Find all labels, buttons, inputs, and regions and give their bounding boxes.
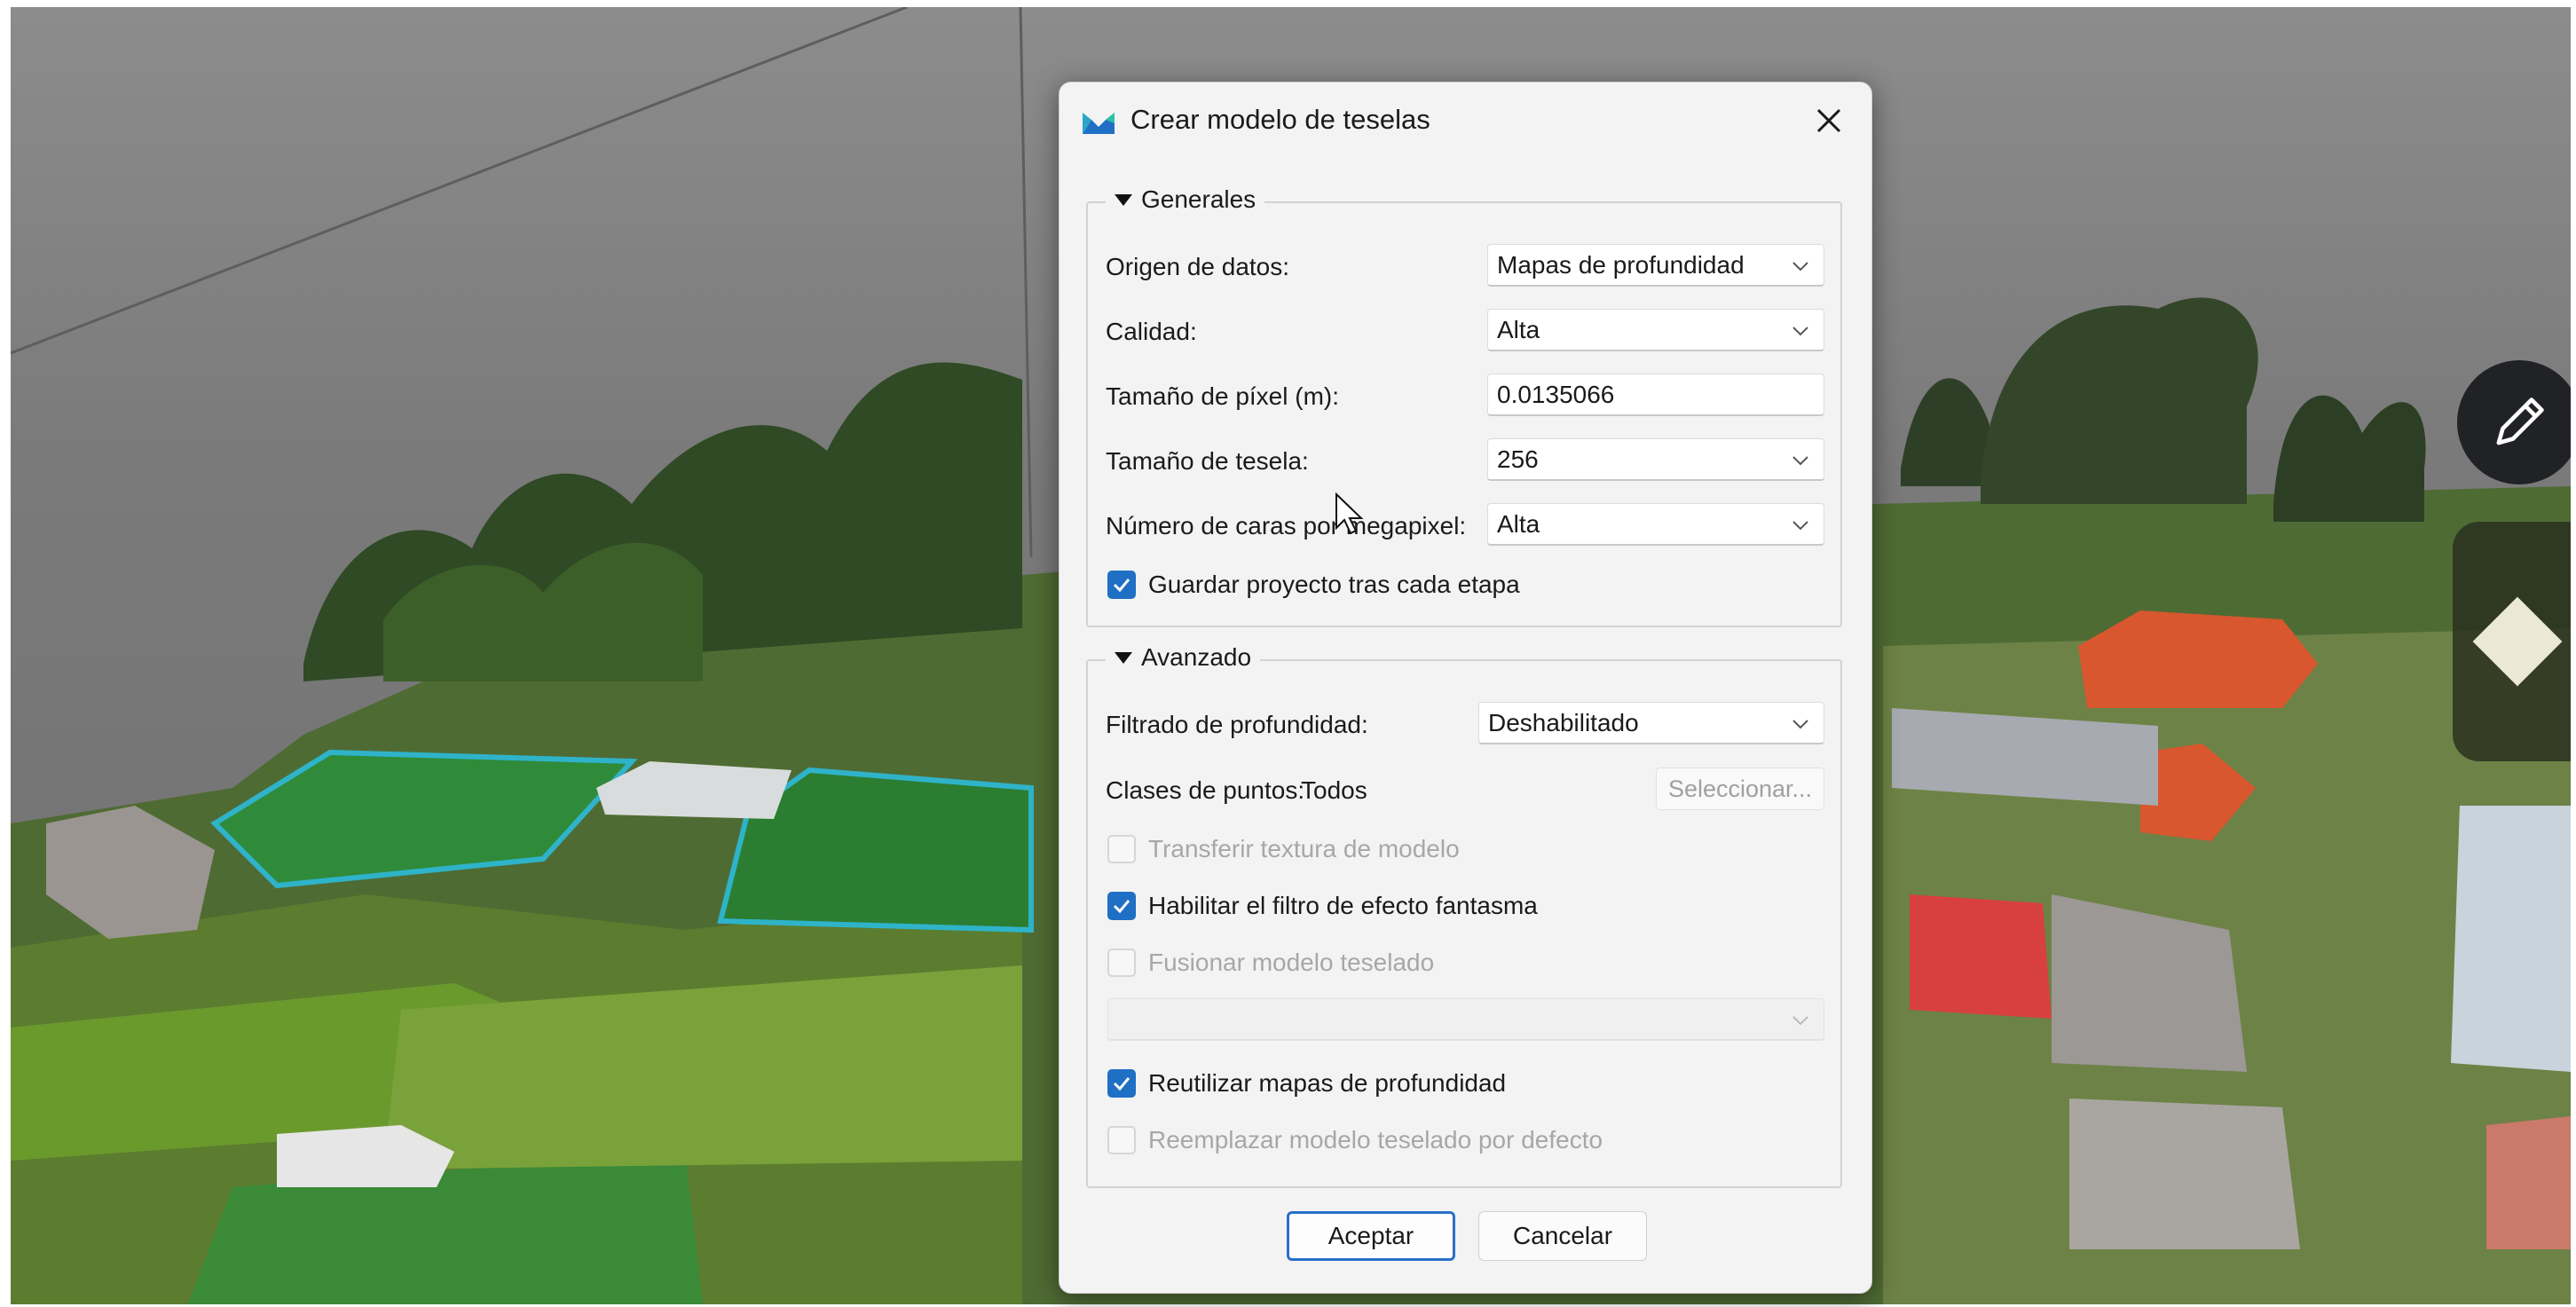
collapse-triangle-icon bbox=[1115, 193, 1132, 206]
chevron-down-icon bbox=[1792, 1016, 1808, 1026]
depth-filter-select[interactable]: Deshabilitado bbox=[1478, 702, 1824, 744]
select-classes-label: Seleccionar... bbox=[1667, 775, 1813, 802]
cancel-button-label: Cancelar bbox=[1512, 1222, 1613, 1249]
ghost-filter-checkbox[interactable]: Habilitar el filtro de efecto fantasma bbox=[1107, 892, 1538, 920]
close-button[interactable] bbox=[1804, 98, 1854, 143]
pixel-size-label: Tamaño de píxel (m): bbox=[1106, 382, 1339, 410]
advanced-group-toggle[interactable]: Avanzado bbox=[1106, 643, 1261, 672]
close-icon bbox=[1816, 108, 1841, 133]
cancel-button[interactable]: Cancelar bbox=[1478, 1211, 1647, 1261]
ghost-filter-label: Habilitar el filtro de efecto fantasma bbox=[1148, 892, 1538, 919]
quality-label: Calidad: bbox=[1106, 318, 1197, 345]
chevron-down-icon bbox=[1792, 327, 1808, 336]
diamond-icon bbox=[2472, 596, 2562, 687]
chevron-down-icon bbox=[1792, 521, 1808, 531]
collapse-triangle-icon bbox=[1115, 651, 1132, 664]
quality-select-value: Alta bbox=[1497, 315, 1540, 343]
reuse-depth-maps-label: Reutilizar mapas de profundidad bbox=[1148, 1069, 1507, 1097]
checkbox-checked-icon bbox=[1107, 1069, 1136, 1098]
tile-size-select[interactable]: 256 bbox=[1487, 438, 1824, 481]
select-classes-button[interactable]: Seleccionar... bbox=[1656, 768, 1824, 810]
chevron-down-icon bbox=[1792, 720, 1808, 729]
checkbox-unchecked-icon bbox=[1107, 835, 1136, 863]
metashape-logo-icon bbox=[1083, 113, 1115, 134]
depth-filter-select-value: Deshabilitado bbox=[1488, 708, 1639, 736]
create-tiled-model-dialog: Crear modelo de teselas Generales Origen… bbox=[1059, 82, 1872, 1294]
point-classes-value: Todos bbox=[1301, 776, 1367, 804]
save-project-checkbox[interactable]: Guardar proyecto tras cada etapa bbox=[1107, 571, 1520, 599]
advanced-group: Avanzado Filtrado de profundidad: Deshab… bbox=[1086, 643, 1842, 1188]
face-count-select-value: Alta bbox=[1497, 509, 1540, 538]
pencil-tool-button[interactable] bbox=[2457, 360, 2571, 484]
replace-default-checkbox[interactable]: Reemplazar modelo teselado por defecto bbox=[1107, 1126, 1603, 1154]
tile-size-select-value: 256 bbox=[1497, 445, 1539, 473]
chevron-down-icon bbox=[1792, 456, 1808, 466]
dialog-titlebar: Crear modelo de teselas bbox=[1060, 83, 1871, 161]
checkbox-unchecked-icon bbox=[1107, 949, 1136, 977]
pencil-icon bbox=[2496, 398, 2544, 445]
general-group-toggle[interactable]: Generales bbox=[1106, 185, 1265, 214]
accept-button-label: Aceptar bbox=[1327, 1222, 1414, 1249]
face-count-select[interactable]: Alta bbox=[1487, 503, 1824, 546]
pixel-size-input[interactable] bbox=[1487, 374, 1824, 416]
reuse-depth-maps-checkbox[interactable]: Reutilizar mapas de profundidad bbox=[1107, 1069, 1506, 1098]
advanced-group-title: Avanzado bbox=[1141, 643, 1252, 671]
quality-select[interactable]: Alta bbox=[1487, 309, 1824, 351]
merge-model-select[interactable] bbox=[1107, 998, 1824, 1041]
source-select[interactable]: Mapas de profundidad bbox=[1487, 244, 1824, 287]
general-group: Generales Origen de datos: Mapas de prof… bbox=[1086, 185, 1842, 627]
checkbox-checked-icon bbox=[1107, 571, 1136, 599]
general-group-title: Generales bbox=[1141, 185, 1256, 213]
mouse-cursor-icon bbox=[1335, 492, 1364, 535]
merge-model-checkbox[interactable]: Fusionar modelo teselado bbox=[1107, 949, 1434, 977]
source-select-value: Mapas de profundidad bbox=[1497, 250, 1745, 279]
accept-button[interactable]: Aceptar bbox=[1287, 1211, 1455, 1261]
depth-filter-label: Filtrado de profundidad: bbox=[1106, 711, 1368, 738]
shape-tool-button[interactable] bbox=[2453, 522, 2571, 761]
checkbox-checked-icon bbox=[1107, 892, 1136, 920]
source-label: Origen de datos: bbox=[1106, 253, 1290, 280]
face-count-label: Número de caras por megapixel: bbox=[1106, 512, 1467, 539]
transfer-texture-label: Transferir textura de modelo bbox=[1148, 835, 1460, 862]
point-classes-label: Clases de puntos: bbox=[1106, 776, 1305, 804]
transfer-texture-checkbox[interactable]: Transferir textura de modelo bbox=[1107, 835, 1460, 863]
save-project-label: Guardar proyecto tras cada etapa bbox=[1148, 571, 1520, 598]
dialog-title: Crear modelo de teselas bbox=[1130, 104, 1430, 135]
merge-model-label: Fusionar modelo teselado bbox=[1148, 949, 1435, 976]
checkbox-unchecked-icon bbox=[1107, 1126, 1136, 1154]
tile-size-label: Tamaño de tesela: bbox=[1106, 447, 1309, 475]
chevron-down-icon bbox=[1792, 262, 1808, 272]
replace-default-label: Reemplazar modelo teselado por defecto bbox=[1148, 1126, 1603, 1153]
